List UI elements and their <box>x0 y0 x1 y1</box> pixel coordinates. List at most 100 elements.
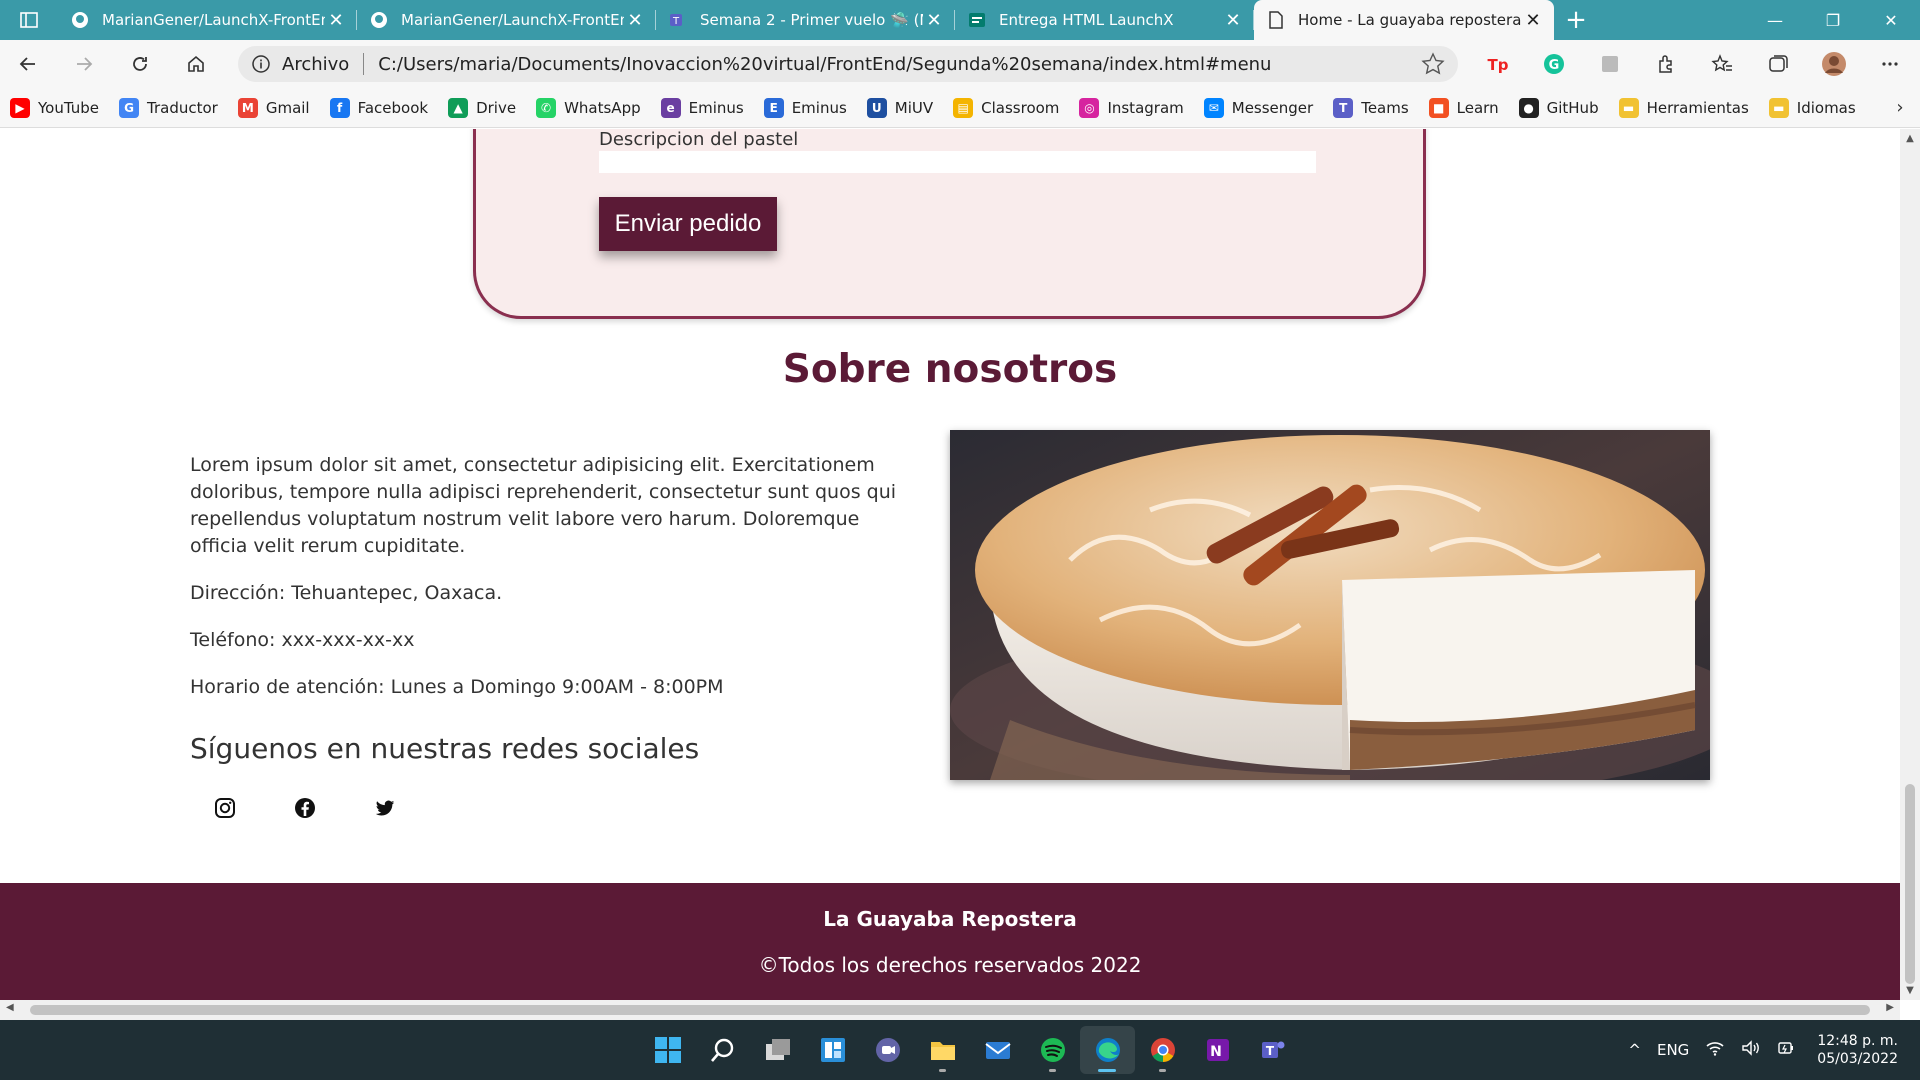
forward-button[interactable] <box>56 40 112 88</box>
restore-icon[interactable]: ❐ <box>1804 0 1862 40</box>
tab-title: MarianGener/LaunchX-FrontEnd <box>401 11 624 29</box>
bookmark-herramientas[interactable]: ▬ Herramientas <box>1618 97 1749 118</box>
tab-github-1[interactable]: MarianGener/LaunchX-FrontEnd ✕ <box>58 0 357 40</box>
vertical-scrollbar[interactable]: ▲ ▼ <box>1900 129 1920 1000</box>
widgets-button[interactable] <box>805 1026 860 1074</box>
scroll-left-icon[interactable]: ◀ <box>6 1002 14 1013</box>
show-hidden-icons-icon[interactable]: ^ <box>1628 1041 1641 1059</box>
bookmark-eminus[interactable]: e Eminus <box>660 97 744 118</box>
more-menu-icon[interactable] <box>1862 40 1918 88</box>
bookmark-idiomas[interactable]: ▬ Idiomas <box>1768 97 1856 118</box>
facebook-icon[interactable] <box>294 796 374 820</box>
bookmark-label: Gmail <box>265 98 310 117</box>
start-button[interactable] <box>640 1026 695 1074</box>
bookmark-youtube[interactable]: ▶ YouTube <box>10 97 99 118</box>
bookmark-classroom[interactable]: ▤ Classroom <box>953 97 1059 118</box>
refresh-button[interactable] <box>112 40 168 88</box>
bookmark-label: Teams <box>1361 98 1409 117</box>
onenote-button[interactable]: N <box>1190 1026 1245 1074</box>
extensions-puzzle-icon[interactable] <box>1638 40 1694 88</box>
extension-square-icon[interactable] <box>1582 40 1638 88</box>
scroll-up-icon[interactable]: ▲ <box>1900 133 1920 144</box>
tab-title: Semana 2 - Primer vuelo 🛸 (Mi <box>700 11 923 29</box>
bookmark-drive[interactable]: ▲ Drive <box>448 97 516 118</box>
taskbar: N T ^ ENG 12:48 p. m. 05/03/2022 <box>0 1020 1920 1080</box>
refresh-icon <box>133 57 147 71</box>
instagram-icon[interactable] <box>214 796 294 820</box>
about-paragraph: Lorem ipsum dolor sit amet, consectetur … <box>190 454 897 557</box>
teams-chat-button[interactable] <box>860 1026 915 1074</box>
horizontal-scrollbar[interactable]: ◀ ▶ <box>0 1000 1900 1020</box>
mail-button[interactable] <box>970 1026 1025 1074</box>
teams-button[interactable]: T <box>1245 1026 1300 1074</box>
bookmark-instagram[interactable]: ◎ Instagram <box>1079 97 1184 118</box>
bookmark-messenger[interactable]: ✉ Messenger <box>1203 97 1313 118</box>
favorites-icon[interactable] <box>1694 40 1750 88</box>
minimize-icon[interactable]: — <box>1746 0 1804 40</box>
vertical-scroll-thumb[interactable] <box>1905 784 1915 984</box>
address-bar[interactable]: Archivo C:/Users/maria/Documents/Inovacc… <box>238 46 1458 82</box>
running-indicator <box>939 1069 946 1072</box>
clock[interactable]: 12:48 p. m. 05/03/2022 <box>1817 1032 1898 1068</box>
collections-icon[interactable] <box>1750 40 1806 88</box>
close-icon[interactable]: ✕ <box>1522 9 1544 31</box>
tab-teams[interactable]: T Semana 2 - Primer vuelo 🛸 (Mi ✕ <box>656 0 955 40</box>
submit-order-button[interactable]: Enviar pedido <box>599 197 777 251</box>
bookmark-learn[interactable]: ■ Learn <box>1428 97 1499 118</box>
close-icon[interactable]: ✕ <box>923 9 945 31</box>
info-icon[interactable] <box>250 53 272 75</box>
search-button[interactable] <box>695 1026 750 1074</box>
tab-github-2[interactable]: MarianGener/LaunchX-FrontEnd ✕ <box>357 0 656 40</box>
close-window-icon[interactable]: ✕ <box>1862 0 1920 40</box>
close-icon[interactable]: ✕ <box>325 9 347 31</box>
wifi-icon[interactable] <box>1705 1040 1725 1060</box>
tp-extension-icon[interactable]: Tp <box>1470 40 1526 88</box>
scroll-down-icon[interactable]: ▼ <box>1900 985 1920 996</box>
spotify-button[interactable] <box>1025 1026 1080 1074</box>
volume-icon[interactable] <box>1741 1040 1761 1060</box>
grammarly-icon[interactable]: G <box>1526 40 1582 88</box>
battery-icon[interactable] <box>1777 1040 1795 1060</box>
tab-title: Entrega HTML LaunchX <box>999 11 1174 29</box>
twitter-icon[interactable] <box>374 796 454 820</box>
classroom-icon: ▤ <box>953 97 974 118</box>
favorite-star-icon[interactable] <box>1420 51 1446 77</box>
chat-icon <box>875 1038 900 1062</box>
hours-text: Horario de atención: Lunes a Domingo 9:0… <box>190 676 724 698</box>
folder-icon <box>930 1042 955 1060</box>
herramientas-icon: ▬ <box>1618 97 1639 118</box>
back-button[interactable] <box>0 40 56 88</box>
tab-actions-button[interactable] <box>0 0 58 40</box>
close-icon[interactable]: ✕ <box>1222 9 1244 31</box>
tab-forms[interactable]: Entrega HTML LaunchX ✕ <box>955 0 1254 40</box>
gmail-icon: M <box>237 97 258 118</box>
horizontal-scroll-thumb[interactable] <box>30 1005 1870 1015</box>
bookmark-facebook[interactable]: f Facebook <box>329 97 428 118</box>
close-icon[interactable]: ✕ <box>624 9 646 31</box>
bookmarks-overflow-icon[interactable]: › <box>1880 97 1920 118</box>
new-tab-button[interactable]: + <box>1554 0 1598 40</box>
file-explorer-button[interactable] <box>915 1026 970 1074</box>
scroll-right-icon[interactable]: ▶ <box>1886 1002 1894 1013</box>
svg-text:T: T <box>1265 1044 1274 1058</box>
profile-avatar[interactable] <box>1806 40 1862 88</box>
home-button[interactable] <box>168 40 224 88</box>
bookmark-teams[interactable]: T Teams <box>1333 97 1409 118</box>
edge-button[interactable] <box>1080 1026 1135 1074</box>
task-view-button[interactable] <box>750 1026 805 1074</box>
windows-start-icon <box>654 1037 681 1063</box>
chrome-button[interactable] <box>1135 1026 1190 1074</box>
bookmark-github[interactable]: ● GitHub <box>1518 97 1599 118</box>
url-text[interactable]: C:/Users/maria/Documents/Inovaccion%20vi… <box>378 54 1420 75</box>
bookmark-traductor[interactable]: G Traductor <box>119 97 218 118</box>
language-indicator[interactable]: ENG <box>1657 1041 1689 1059</box>
bookmark-gmail[interactable]: M Gmail <box>237 97 310 118</box>
teams-icon: T <box>1261 1041 1284 1058</box>
tab-home-active[interactable]: Home - La guayaba repostera ✕ <box>1254 0 1554 40</box>
bookmark-miuv[interactable]: U MiUV <box>866 97 933 118</box>
cake-description-input[interactable] <box>599 151 1316 173</box>
tab-strip: MarianGener/LaunchX-FrontEnd ✕ MarianGen… <box>0 0 1920 40</box>
bookmark-whatsapp[interactable]: ✆ WhatsApp <box>536 97 641 118</box>
bookmark-eminus[interactable]: E Eminus <box>763 97 847 118</box>
eminus-icon: E <box>763 97 784 118</box>
